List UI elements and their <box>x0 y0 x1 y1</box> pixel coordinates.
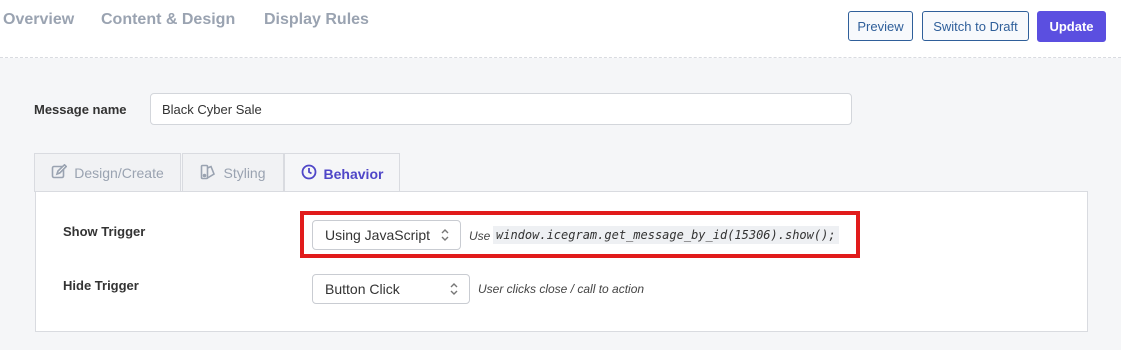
message-name-input[interactable]: Black Cyber Sale <box>150 93 852 125</box>
highlight-box <box>300 211 860 258</box>
tab-label: Styling <box>223 165 266 181</box>
hide-trigger-select[interactable]: Button Click <box>312 274 470 304</box>
select-value: Button Click <box>325 281 400 297</box>
nav-tab-content-design[interactable]: Content & Design <box>101 11 235 29</box>
tab-behavior[interactable]: Behavior <box>284 153 400 193</box>
edit-icon <box>51 163 68 183</box>
palette-icon <box>200 164 216 183</box>
tab-label: Behavior <box>323 165 384 182</box>
hide-trigger-hint: User clicks close / call to action <box>478 282 645 296</box>
switch-to-draft-button[interactable]: Switch to Draft <box>922 11 1029 41</box>
clock-icon <box>301 164 317 183</box>
nav-tab-display-rules[interactable]: Display Rules <box>264 11 369 29</box>
top-nav-bar: Overview Content & Design Display Rules … <box>0 0 1121 58</box>
tab-styling[interactable]: Styling <box>182 153 284 192</box>
nav-tab-overview[interactable]: Overview <box>3 11 74 29</box>
message-name-label: Message name <box>34 102 127 117</box>
tab-design-create[interactable]: Design/Create <box>34 153 181 192</box>
show-trigger-label: Show Trigger <box>63 224 146 239</box>
preview-button[interactable]: Preview <box>848 11 913 41</box>
hide-trigger-label: Hide Trigger <box>63 278 139 293</box>
updown-chevron-icon <box>450 283 458 295</box>
update-button[interactable]: Update <box>1037 11 1106 42</box>
tab-label: Design/Create <box>74 165 164 181</box>
